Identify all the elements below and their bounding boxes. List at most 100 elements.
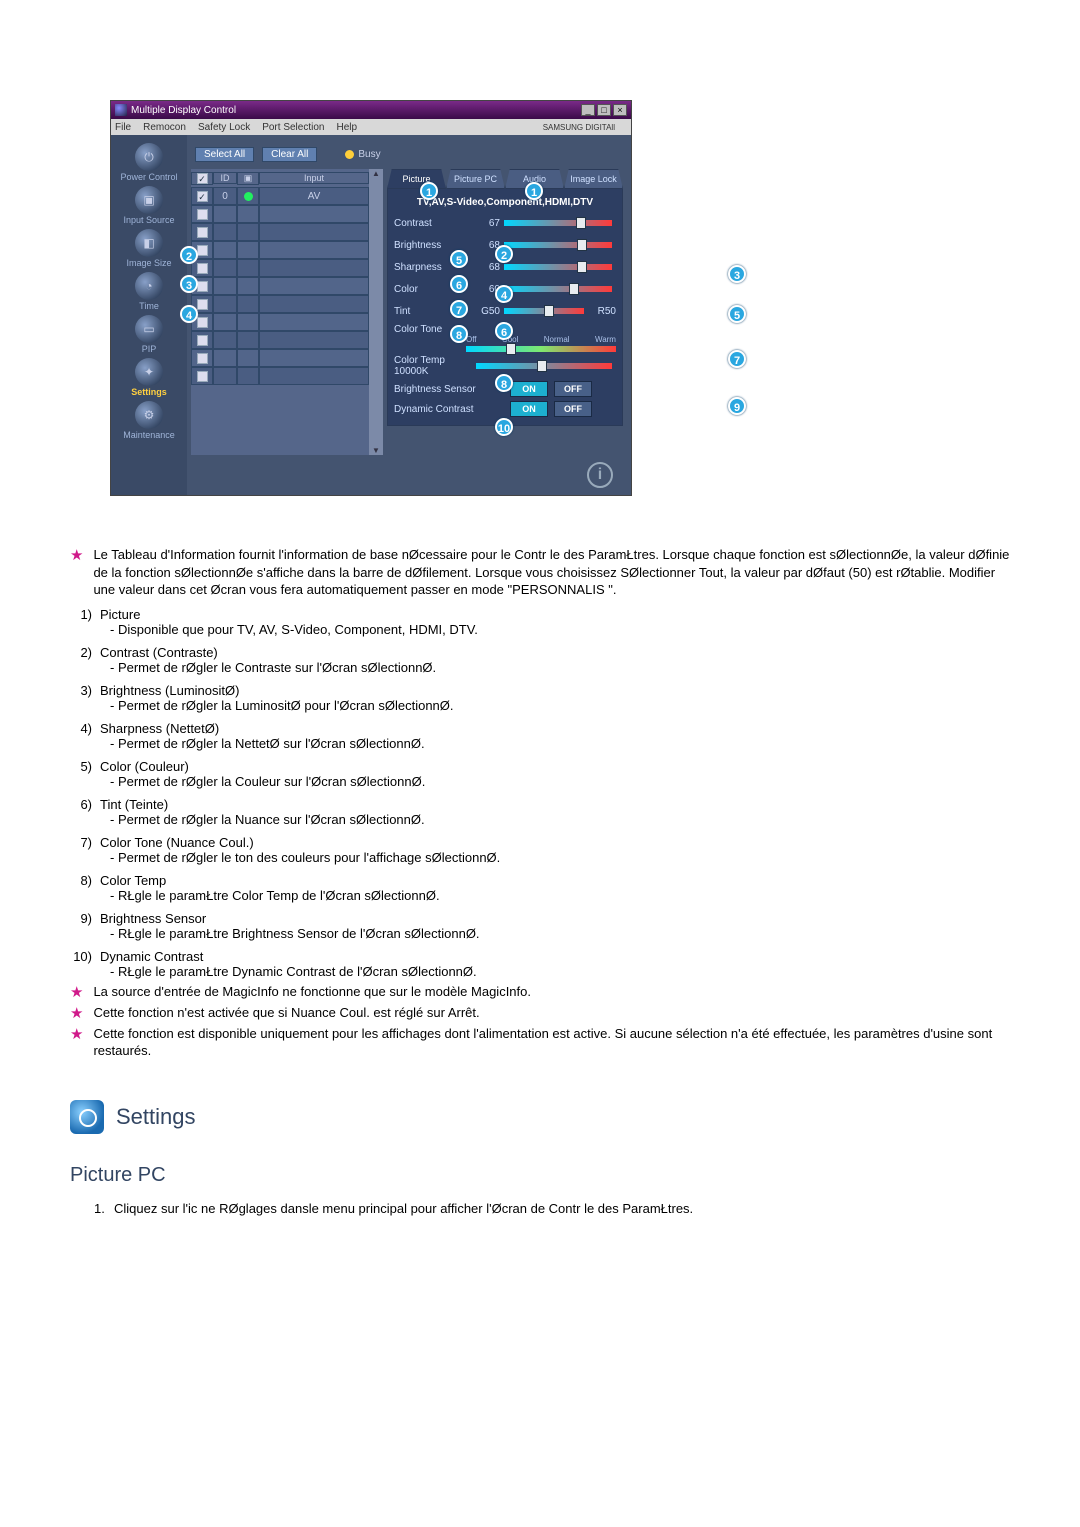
row-checkbox[interactable] xyxy=(197,245,208,256)
info-icon[interactable]: i xyxy=(587,462,613,488)
menu-file[interactable]: File xyxy=(115,122,131,133)
titlebar: Multiple Display Control _ □ × xyxy=(111,101,631,119)
table-row[interactable] xyxy=(191,205,369,223)
color-slider[interactable] xyxy=(504,286,612,292)
table-row[interactable] xyxy=(191,349,369,367)
row-checkbox[interactable] xyxy=(197,263,208,274)
power-icon: ⏻ xyxy=(135,143,163,171)
table-row[interactable] xyxy=(191,367,369,385)
header-checkbox[interactable] xyxy=(197,173,208,184)
table-row[interactable] xyxy=(191,313,369,331)
callout-4: 4 xyxy=(495,285,513,303)
star-icon: ★ xyxy=(70,1026,83,1044)
list-item: 3)Brightness (LuminositØ)- Permet de rØg… xyxy=(70,683,1010,713)
list-item: 4)Sharpness (NettetØ)- Permet de rØgler … xyxy=(70,721,1010,751)
settings-icon: ✦ xyxy=(135,358,163,386)
color-temp-slider[interactable] xyxy=(476,363,612,369)
row-checkbox[interactable] xyxy=(197,227,208,238)
tab-picture-pc[interactable]: Picture PC xyxy=(446,169,505,189)
table-row[interactable] xyxy=(191,277,369,295)
time-icon: ◔ xyxy=(135,272,163,300)
list-item: 8)Color Temp- RŁgle le paramŁtre Color T… xyxy=(70,873,1010,903)
callout-5: 5 xyxy=(728,305,746,323)
callout-5-left: 5 xyxy=(450,250,468,268)
select-all-button[interactable]: Select All xyxy=(195,147,254,162)
input-source-icon: ▣ xyxy=(135,186,163,214)
minimize-button[interactable]: _ xyxy=(581,104,595,116)
table-row[interactable] xyxy=(191,331,369,349)
list-item: 9)Brightness Sensor- RŁgle le paramŁtre … xyxy=(70,911,1010,941)
pip-icon: ▭ xyxy=(135,315,163,343)
callout-10: 10 xyxy=(495,418,513,436)
sidebar-item-time[interactable]: ◔ Time xyxy=(113,272,185,311)
row-checkbox[interactable] xyxy=(197,299,208,310)
table-row[interactable] xyxy=(191,295,369,313)
dynamic-contrast-off[interactable]: OFF xyxy=(554,401,592,417)
row-checkbox[interactable] xyxy=(197,335,208,346)
brightness-slider[interactable] xyxy=(504,242,612,248)
intro-paragraph: Le Tableau d'Information fournit l'infor… xyxy=(93,546,1010,599)
color-tone-slider[interactable] xyxy=(466,346,616,352)
callout-8-left: 8 xyxy=(450,325,468,343)
window-title: Multiple Display Control xyxy=(131,105,236,116)
contrast-slider[interactable] xyxy=(504,220,612,226)
menu-safetylock[interactable]: Safety Lock xyxy=(198,122,250,133)
scrollbar[interactable] xyxy=(369,169,383,455)
sidebar-item-settings[interactable]: ✦ Settings xyxy=(113,358,185,397)
callout-3: 3 xyxy=(728,265,746,283)
row-checkbox[interactable] xyxy=(197,353,208,364)
doc-body: ★ Le Tableau d'Information fournit l'inf… xyxy=(60,546,1020,1216)
row-checkbox[interactable] xyxy=(197,191,208,202)
row-checkbox[interactable] xyxy=(197,281,208,292)
sidebar-item-imagesize[interactable]: ◧ Image Size xyxy=(113,229,185,268)
dynamic-contrast-on[interactable]: ON xyxy=(510,401,548,417)
sidebar-item-power[interactable]: ⏻ Power Control xyxy=(113,143,185,182)
tint-slider[interactable] xyxy=(504,308,584,314)
callout-3-left: 3 xyxy=(180,275,198,293)
close-button[interactable]: × xyxy=(613,104,627,116)
callout-1: 1 xyxy=(420,182,438,200)
sidebar: ⏻ Power Control ▣ Input Source ◧ Image S… xyxy=(111,135,187,495)
col-status-icon: ▣ xyxy=(237,172,259,185)
row-checkbox[interactable] xyxy=(197,371,208,382)
clear-all-button[interactable]: Clear All xyxy=(262,147,317,162)
brightness-sensor-off[interactable]: OFF xyxy=(554,381,592,397)
callout-2: 2 xyxy=(495,245,513,263)
list-item: 1)Picture- Disponible que pour TV, AV, S… xyxy=(70,607,1010,637)
brightness-sensor-on[interactable]: ON xyxy=(510,381,548,397)
table-row[interactable] xyxy=(191,259,369,277)
picture-pc-heading: Picture PC xyxy=(70,1164,1010,1187)
table-row[interactable] xyxy=(191,223,369,241)
slider-row: Contrast67 xyxy=(394,212,616,234)
row-checkbox[interactable] xyxy=(197,317,208,328)
sidebar-item-pip[interactable]: ▭ PIP xyxy=(113,315,185,354)
brightness-sensor-label: Brightness Sensor xyxy=(394,384,504,395)
callout-4-left: 4 xyxy=(180,305,198,323)
callout-9: 9 xyxy=(728,397,746,415)
busy-led-icon xyxy=(345,150,354,159)
maximize-button[interactable]: □ xyxy=(597,104,611,116)
app-window: Multiple Display Control _ □ × File Remo… xyxy=(110,100,632,496)
picture-pc-step1: Cliquez sur l'ic ne RØglages dansle menu… xyxy=(114,1201,693,1216)
menu-portselection[interactable]: Port Selection xyxy=(262,122,324,133)
list-item: 2)Contrast (Contraste)- Permet de rØgler… xyxy=(70,645,1010,675)
callout-8: 8 xyxy=(495,374,513,392)
callout-2-left: 2 xyxy=(180,246,198,264)
sharpness-slider[interactable] xyxy=(504,264,612,270)
tab-image-lock[interactable]: Image Lock xyxy=(564,169,623,189)
settings-heading-icon xyxy=(70,1100,104,1134)
row-checkbox[interactable] xyxy=(197,209,208,220)
table-row[interactable] xyxy=(191,241,369,259)
list-item: 6)Tint (Teinte)- Permet de rØgler la Nua… xyxy=(70,797,1010,827)
callout-1b: 1 xyxy=(525,182,543,200)
sidebar-item-maintenance[interactable]: ⚙ Maintenance xyxy=(113,401,185,440)
note-power: Cette fonction est disponible uniquement… xyxy=(93,1025,1010,1060)
sidebar-item-input[interactable]: ▣ Input Source xyxy=(113,186,185,225)
tab-picture[interactable]: Picture xyxy=(387,169,446,189)
star-icon: ★ xyxy=(70,1005,83,1023)
settings-heading: Settings xyxy=(116,1104,196,1130)
list-item: 10)Dynamic Contrast- RŁgle le paramŁtre … xyxy=(70,949,1010,979)
menu-help[interactable]: Help xyxy=(336,122,357,133)
menu-remocon[interactable]: Remocon xyxy=(143,122,186,133)
table-row[interactable]: 0AV xyxy=(191,187,369,205)
